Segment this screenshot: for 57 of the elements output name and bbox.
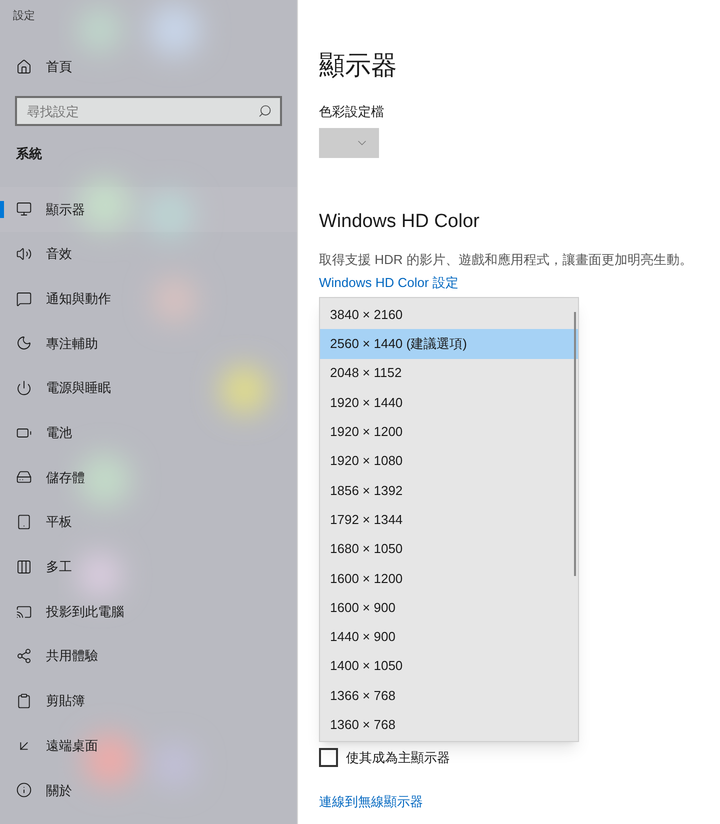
hd-color-link[interactable]: Windows HD Color 設定 (319, 272, 458, 292)
nav-item[interactable]: 電源與睡眠 (0, 366, 297, 410)
menu-item[interactable]: 1600 × 1200 (320, 564, 578, 593)
menu-item[interactable]: 2560 × 1440 (建議選項) (320, 329, 578, 359)
nav-item[interactable]: 平板 (0, 500, 297, 544)
nav-item[interactable]: 遠端桌面 (0, 723, 297, 768)
speech-bubble-icon (16, 290, 32, 307)
nav-item[interactable]: 顯示器 (0, 187, 297, 232)
menu-item[interactable]: 1920 × 1440 (320, 388, 578, 418)
nav-item[interactable]: 關於 (0, 768, 297, 813)
window-title: 設定 (12, 8, 36, 24)
columns-icon (16, 558, 32, 575)
section-heading: Windows HD Color (319, 210, 480, 234)
search-field[interactable]: 尋找設定 (15, 96, 282, 126)
main-display-checkbox[interactable]: 使其成為主顯示器 (319, 748, 450, 768)
moon-icon (16, 335, 32, 352)
menu-item[interactable]: 1600 × 900 (320, 592, 578, 622)
menu-item[interactable]: 3840 × 2160 (320, 300, 578, 330)
menu-item[interactable]: 1366 × 768 (320, 680, 578, 710)
nav-item[interactable]: 音效 (0, 232, 297, 276)
home-item[interactable]: 首頁 (0, 54, 297, 80)
nav-item[interactable]: 儲存體 (0, 455, 297, 500)
menu-item[interactable]: 1440 × 900 (320, 622, 578, 652)
scrollbar[interactable] (574, 312, 576, 576)
nav-item[interactable]: 電池 (0, 410, 297, 456)
nav-item[interactable]: 通知與動作 (0, 276, 297, 322)
drive-icon (16, 469, 32, 486)
page-title: 顯示器 (319, 49, 398, 82)
menu-item[interactable]: 1856 × 1392 (320, 476, 578, 506)
nodes-icon (16, 648, 32, 664)
menu-item[interactable]: 1400 × 1050 (320, 652, 578, 681)
tablet-icon (16, 514, 32, 530)
speaker-icon (16, 246, 32, 262)
selection-indicator (0, 201, 4, 218)
menu-item[interactable]: 1680 × 1050 (320, 534, 578, 564)
menu-item[interactable]: 1792 × 1344 (320, 505, 578, 534)
menu-item[interactable]: 2048 × 1152 (320, 358, 578, 388)
info-icon (16, 782, 32, 798)
section-heading: 系統 (15, 145, 43, 163)
home-icon (16, 59, 32, 75)
nav-item[interactable]: 專注輔助 (0, 321, 297, 366)
nav-item[interactable]: 投影到此電腦 (0, 589, 297, 634)
clipboard-icon (16, 692, 32, 709)
search-icon (258, 104, 272, 118)
menu-item[interactable]: 1360 × 768 (320, 710, 578, 740)
power-icon (16, 380, 32, 396)
field-label: 色彩設定檔 (319, 103, 385, 121)
menu-item[interactable]: 1920 × 1080 (320, 446, 578, 476)
description-text: 取得支援 HDR 的影片、遊戲和應用程式，讓畫面更加明亮生動。 (319, 251, 694, 269)
wireless-display-link[interactable]: 連線到無線顯示器 (319, 792, 423, 811)
menu-item[interactable]: 1920 × 1200 (320, 417, 578, 446)
cast-icon (16, 604, 32, 620)
nav-item[interactable]: 共用體驗 (0, 634, 297, 679)
nav-item[interactable]: 多工 (0, 544, 297, 590)
nav-item[interactable]: 剪貼簿 (0, 678, 297, 724)
color-profile-dropdown[interactable] (319, 128, 379, 158)
monitor-icon (16, 201, 32, 218)
